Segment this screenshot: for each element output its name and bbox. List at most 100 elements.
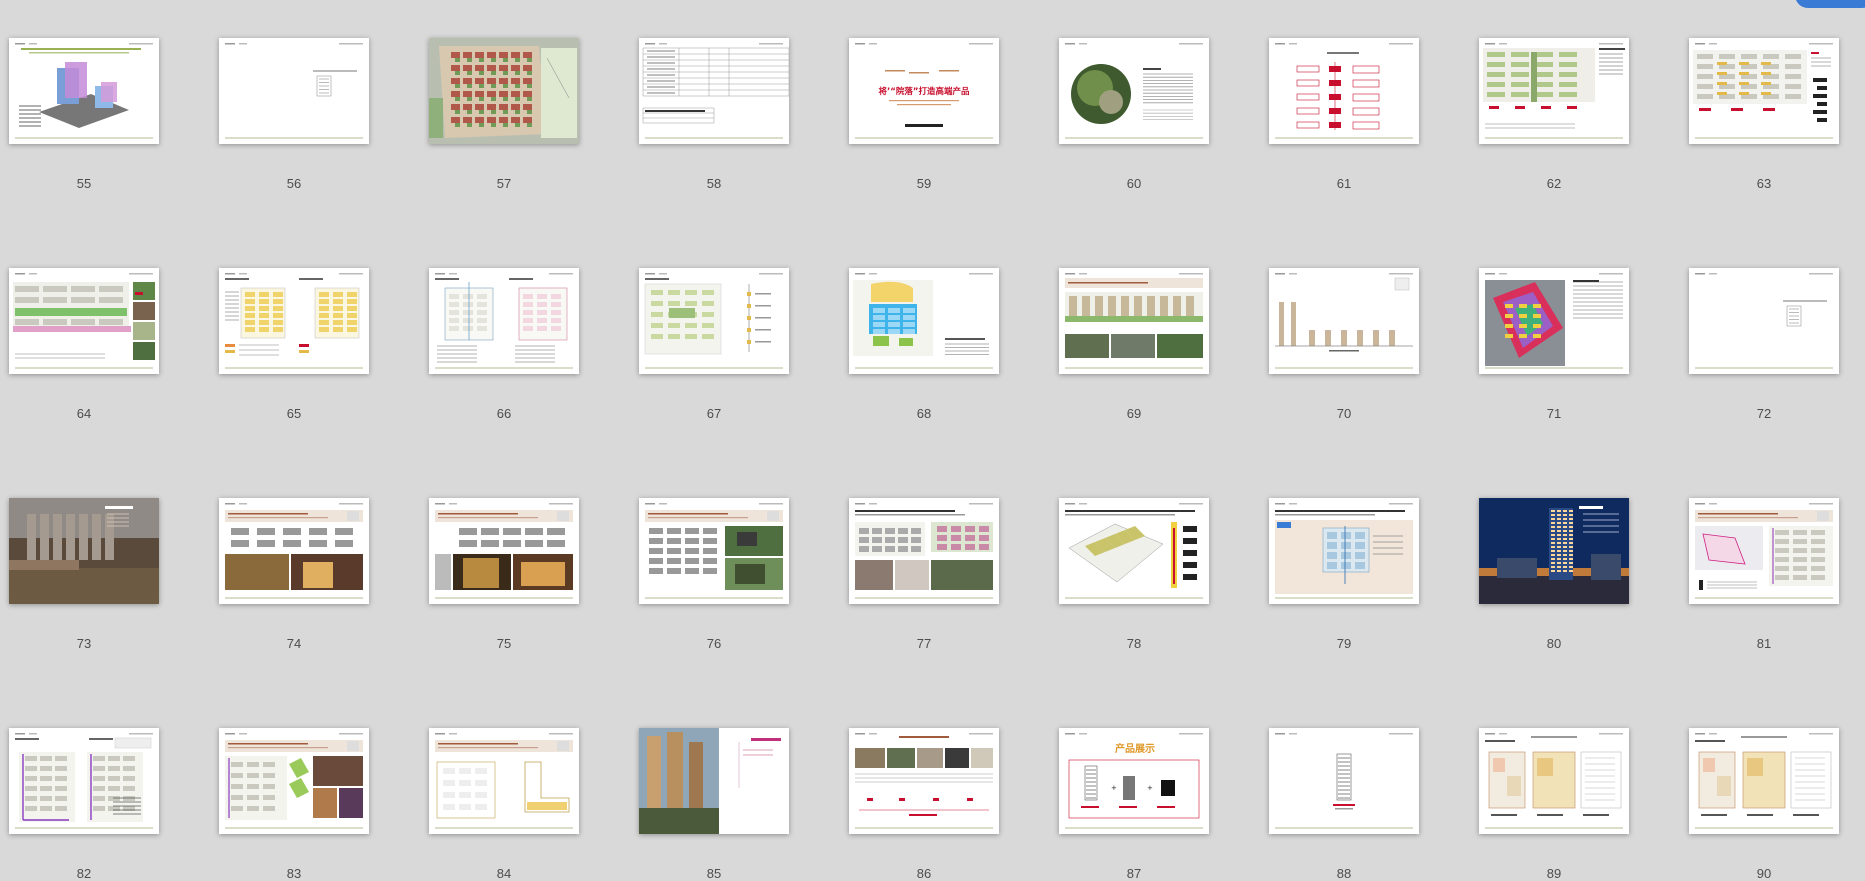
svg-text:+: + [1111,784,1117,792]
page-number-label: 88 [1336,866,1352,881]
page-preview-image [1269,728,1419,829]
page-preview-image [1059,268,1209,369]
page-number-label: 84 [496,866,512,881]
page-thumbnail[interactable] [849,728,999,834]
page-number-label: 85 [706,866,722,881]
page-thumbnail[interactable] [429,498,579,604]
page-number-label: 81 [1756,636,1772,651]
page-thumbnail[interactable] [1059,38,1209,144]
page-preview-image [639,268,789,369]
page-thumbnail[interactable] [1269,498,1419,604]
page-preview-image [9,498,159,604]
page-number-label: 82 [76,866,92,881]
page-thumbnail[interactable] [9,38,159,144]
page-number-label: 77 [916,636,932,651]
page-preview-image [1059,38,1209,139]
page-preview-image [429,728,579,829]
page-number-label: 74 [286,636,302,651]
page-thumbnail[interactable]: 产品展示 + + [1059,728,1209,834]
page-preview-image [1689,728,1839,829]
page-number-label: 63 [1756,176,1772,191]
page-preview-image [1689,268,1839,369]
page-number-label: 67 [706,406,722,421]
page-thumbnail[interactable] [1269,38,1419,144]
page-preview-image [9,38,159,139]
page-preview-image [1479,268,1629,369]
page-preview-image [429,268,579,369]
page-preview-image [429,38,579,144]
page-thumbnail[interactable] [219,38,369,144]
page-number-label: 57 [496,176,512,191]
page-preview-image [429,498,579,599]
page-number-label: 55 [76,176,92,191]
page-thumbnail[interactable] [429,268,579,374]
page-thumbnail[interactable] [1269,728,1419,834]
page-preview-image [1689,38,1839,139]
page-thumbnail[interactable] [1689,38,1839,144]
page-thumbnail[interactable] [219,728,369,834]
page-number-label: 64 [76,406,92,421]
page-preview-image [1689,498,1839,599]
page-thumbnail[interactable] [639,38,789,144]
page-thumbnail[interactable] [849,268,999,374]
page-thumbnail[interactable] [9,268,159,374]
page-number-label: 72 [1756,406,1772,421]
page-thumbnail[interactable] [1479,498,1629,604]
page-preview-image [1479,728,1629,829]
page-preview-image [1269,38,1419,139]
page-thumbnail[interactable] [219,268,369,374]
page-number-label: 78 [1126,636,1142,651]
page-preview-image: 将’“院落”打造高端产品 [849,38,999,139]
page-thumbnail[interactable] [1689,728,1839,834]
page-number-label: 62 [1546,176,1562,191]
page-thumbnail[interactable] [1479,38,1629,144]
page-number-label: 87 [1126,866,1142,881]
page-thumbnail[interactable] [639,498,789,604]
page-thumbnail[interactable] [1269,268,1419,374]
page-preview-image [849,498,999,599]
page-thumbnail[interactable] [1689,498,1839,604]
page-preview-image [639,498,789,599]
svg-text:+: + [1147,784,1153,792]
page-thumbnail[interactable] [1479,728,1629,834]
page-preview-image [219,268,369,369]
page-number-label: 65 [286,406,302,421]
page-thumbnail[interactable] [1059,498,1209,604]
page-thumbnail[interactable] [849,498,999,604]
page-preview-image [219,728,369,829]
page-thumbnail[interactable] [219,498,369,604]
page-number-label: 60 [1126,176,1142,191]
page-number-label: 70 [1336,406,1352,421]
page-number-label: 90 [1756,866,1772,881]
corner-button[interactable] [1795,0,1865,8]
slogan-text: 将’“院落”打造高端产品 [879,86,970,97]
page-thumbnail[interactable] [639,268,789,374]
page-number-label: 68 [916,406,932,421]
page-preview-image [1479,38,1629,139]
page-preview-image [1269,498,1419,599]
page-preview-image [1269,268,1419,369]
page-number-label: 86 [916,866,932,881]
page-thumbnail[interactable] [1059,268,1209,374]
page-number-label: 83 [286,866,302,881]
page-number-label: 66 [496,406,512,421]
page-thumbnail[interactable] [1479,268,1629,374]
page-number-label: 71 [1546,406,1562,421]
page-number-label: 79 [1336,636,1352,651]
page-thumbnail[interactable]: 将’“院落”打造高端产品 [849,38,999,144]
page-thumbnail[interactable] [9,728,159,834]
page-preview-image [849,268,999,369]
page-preview-image [219,38,369,139]
page-preview-image [9,268,159,369]
page-number-label: 61 [1336,176,1352,191]
page-thumbnail[interactable] [9,498,159,604]
page-thumbnail[interactable] [1689,268,1839,374]
page-number-label: 76 [706,636,722,651]
page-thumbnail[interactable] [429,728,579,834]
page-preview-image [1479,498,1629,604]
page-number-label: 59 [916,176,932,191]
page-thumbnail[interactable] [639,728,789,834]
page-thumbnail[interactable] [429,38,579,144]
page-preview-image [639,728,781,834]
page-number-label: 69 [1126,406,1142,421]
